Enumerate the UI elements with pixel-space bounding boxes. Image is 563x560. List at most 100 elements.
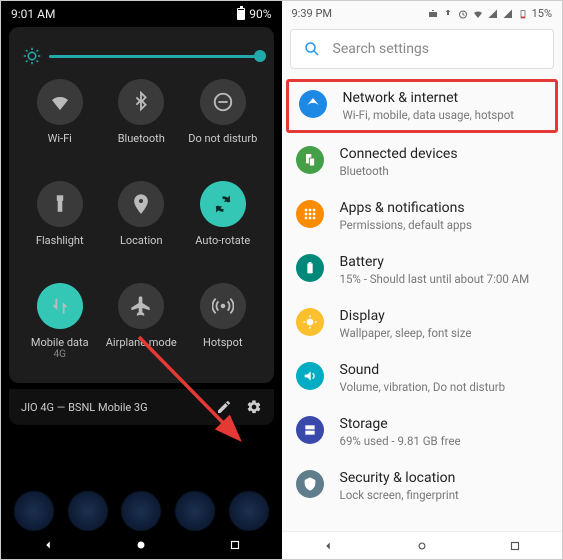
- settings-row-title: Battery: [340, 254, 530, 270]
- qs-tile-mobiledata[interactable]: Mobile data4G: [19, 283, 101, 377]
- settings-row-battery[interactable]: Battery 15% - Should last until about 7:0…: [282, 243, 563, 297]
- settings-row-sound[interactable]: Sound Volume, vibration, Do not disturb: [282, 351, 563, 405]
- settings-row-sub: 69% used - 9.81 GB free: [340, 434, 461, 448]
- flashlight-icon: [37, 181, 83, 227]
- briefcase-icon: [427, 8, 439, 20]
- qs-tile-bluetooth[interactable]: Bluetooth: [101, 79, 183, 173]
- settings-row-sub: Wallpaper, sleep, font size: [340, 326, 472, 340]
- qs-tile-flashlight[interactable]: Flashlight: [19, 181, 101, 275]
- dock-app[interactable]: [121, 491, 161, 531]
- settings-row-display[interactable]: Display Wallpaper, sleep, font size: [282, 297, 563, 351]
- status-bar-left: 9:01 AM 90%: [1, 1, 282, 23]
- dock-app[interactable]: [14, 491, 54, 531]
- clock: 9:01 AM: [11, 7, 55, 21]
- autorotate-icon: [200, 181, 246, 227]
- settings-screen: 9:39 PM 15% Search settings Network & in…: [282, 1, 563, 559]
- recent-icon[interactable]: [228, 538, 242, 552]
- qs-tile-label: Auto-rotate: [195, 235, 250, 247]
- home-dock: [1, 491, 282, 531]
- dnd-icon: [200, 79, 246, 125]
- qs-tile-label: Airplane mode: [106, 337, 177, 349]
- battery-icon: [296, 254, 324, 282]
- qs-tile-label: Flashlight: [36, 235, 84, 247]
- dock-app[interactable]: [175, 491, 215, 531]
- settings-row-sub: Volume, vibration, Do not disturb: [340, 380, 506, 394]
- location-icon: [118, 181, 164, 227]
- display-icon: [296, 308, 324, 336]
- settings-row-sub: Lock screen, fingerprint: [340, 488, 459, 502]
- alarm-icon: [457, 8, 469, 20]
- wifi-icon: [472, 8, 484, 20]
- home-icon[interactable]: [415, 539, 429, 553]
- settings-row-sub: Bluetooth: [340, 164, 458, 178]
- settings-row-security[interactable]: Security & location Lock screen, fingerpr…: [282, 459, 563, 513]
- clock: 9:39 PM: [292, 7, 332, 20]
- settings-row-devices[interactable]: Connected devicesBluetooth: [282, 135, 563, 189]
- settings-row-storage[interactable]: Storage 69% used - 9.81 GB free: [282, 405, 563, 459]
- battery-icon: [517, 8, 529, 20]
- sound-icon: [296, 362, 324, 390]
- qs-tile-label: Wi-Fi: [48, 133, 72, 145]
- qs-tile-label: Location: [120, 235, 163, 247]
- settings-row-title: Security & location: [340, 470, 459, 486]
- settings-row-title: Display: [340, 308, 472, 324]
- battery-icon: [237, 8, 245, 20]
- brightness-slider[interactable]: [19, 37, 264, 79]
- hotspot-icon: [200, 283, 246, 329]
- back-icon[interactable]: [41, 538, 55, 552]
- search-icon: [303, 40, 321, 58]
- qs-tile-hotspot[interactable]: Hotspot: [182, 283, 264, 377]
- search-placeholder: Search settings: [333, 41, 430, 57]
- battery-pct: 90%: [249, 7, 271, 21]
- edit-icon[interactable]: [216, 399, 232, 415]
- qs-tile-label: Hotspot: [203, 337, 242, 349]
- qs-tile-label: Bluetooth: [118, 133, 165, 145]
- network-status: JIO 4G — BSNL Mobile 3G: [21, 401, 202, 414]
- battery-pct: 15%: [532, 7, 552, 20]
- devices-icon: [296, 146, 324, 174]
- storage-icon: [296, 416, 324, 444]
- airplane-icon: [118, 283, 164, 329]
- qs-tile-dnd[interactable]: Do not disturb: [182, 79, 264, 173]
- status-bar-right: 9:39 PM 15%: [282, 1, 563, 23]
- qs-tile-sub: 4G: [54, 349, 66, 360]
- quick-settings-panel: 9:01 AM 90% Wi-Fi Bluetooth Do not disturb…: [1, 1, 282, 559]
- bluetooth-icon: [118, 79, 164, 125]
- upload-icon: [442, 8, 454, 20]
- network-icon: [299, 90, 327, 118]
- settings-row-title: Sound: [340, 362, 506, 378]
- nav-bar-right: [282, 531, 563, 559]
- settings-row-sub: Permissions, default apps: [340, 218, 472, 232]
- qs-tile-label: Mobile data: [31, 337, 89, 349]
- brightness-icon: [23, 47, 41, 65]
- search-settings[interactable]: Search settings: [290, 29, 555, 69]
- qs-card: Wi-Fi Bluetooth Do not disturb Flashlight Lo…: [9, 27, 274, 383]
- settings-row-network[interactable]: Network & internet Wi-Fi, mobile, data us…: [286, 79, 559, 133]
- qs-tile-location[interactable]: Location: [101, 181, 183, 275]
- settings-row-sub: 15% - Should last until about 7:00 AM: [340, 272, 530, 286]
- settings-row-title: Network & internet: [343, 90, 515, 106]
- settings-row-sub: Wi-Fi, mobile, data usage, hotspot: [343, 108, 515, 122]
- nav-bar-left: [1, 531, 282, 559]
- qs-tile-airplane[interactable]: Airplane mode: [101, 283, 183, 377]
- home-icon[interactable]: [134, 538, 148, 552]
- settings-row-title: Storage: [340, 416, 461, 432]
- apps-icon: [296, 200, 324, 228]
- signal-icon: [487, 8, 499, 20]
- qs-tile-autorotate[interactable]: Auto-rotate: [182, 181, 264, 275]
- settings-list: Network & internet Wi-Fi, mobile, data us…: [282, 79, 563, 513]
- brightness-track[interactable]: [49, 55, 260, 58]
- signal-icon: [502, 8, 514, 20]
- settings-row-apps[interactable]: Apps & notifications Permissions, default…: [282, 189, 563, 243]
- recent-icon[interactable]: [508, 539, 522, 553]
- dock-app[interactable]: [68, 491, 108, 531]
- wifi-icon: [37, 79, 83, 125]
- settings-row-title: Apps & notifications: [340, 200, 472, 216]
- qs-tile-wifi[interactable]: Wi-Fi: [19, 79, 101, 173]
- security-icon: [296, 470, 324, 498]
- dock-app[interactable]: [229, 491, 269, 531]
- qs-footer: JIO 4G — BSNL Mobile 3G: [9, 389, 274, 425]
- qs-tile-label: Do not disturb: [188, 133, 257, 145]
- gear-icon[interactable]: [246, 399, 262, 415]
- back-icon[interactable]: [321, 539, 335, 553]
